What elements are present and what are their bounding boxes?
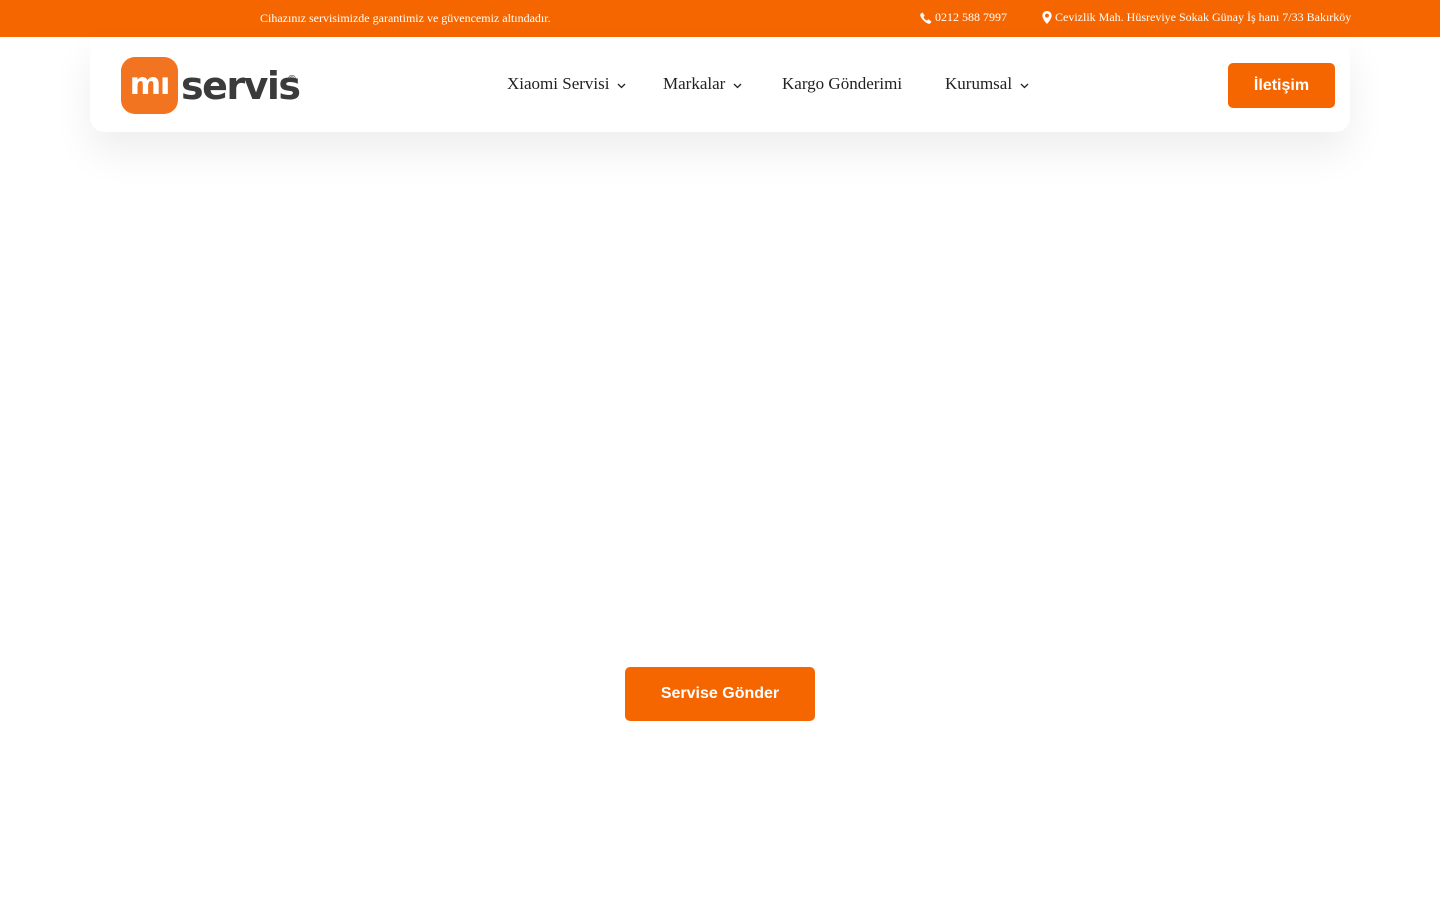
chevron-down-icon — [1020, 83, 1029, 88]
site-logo[interactable]: mı servis ® — [121, 57, 301, 115]
chevron-down-icon — [733, 83, 742, 88]
nav-item-kargo-gonderimi[interactable]: Kargo Gönderimi — [782, 74, 902, 94]
nav-item-xiaomi-servisi[interactable]: Xiaomi Servisi — [507, 74, 626, 94]
top-bar-phone-text: 0212 588 7997 — [935, 10, 1007, 24]
logo-wordmark: servis — [181, 64, 301, 108]
nav-item-markalar[interactable]: Markalar — [663, 74, 742, 94]
logo-registered-mark: ® — [287, 74, 297, 85]
nav-item-label: Xiaomi Servisi — [507, 74, 610, 93]
top-bar-address-text: Cevizlik Mah. Hüsreviye Sokak Günay İş h… — [1055, 10, 1352, 24]
nav-item-label: Kargo Gönderimi — [782, 74, 903, 93]
top-bar-tagline: Cihazınız servisimizde garantimiz ve güv… — [260, 11, 551, 25]
top-bar-phone-link[interactable]: 0212 588 7997 — [920, 10, 1007, 25]
logo-badge: mı — [121, 57, 178, 114]
nav-item-label: Kurumsal — [945, 74, 1013, 93]
top-bar: Cihazınız servisimizde garantimiz ve güv… — [0, 0, 1440, 37]
nav-item-kurumsal[interactable]: Kurumsal — [945, 74, 1029, 94]
phone-icon — [920, 12, 932, 24]
main-header: mı servis ® Xiaomi Servisi Markalar Karg… — [90, 37, 1350, 132]
send-to-service-button[interactable]: Servise Gönder — [625, 667, 815, 721]
top-bar-address-link[interactable]: Cevizlik Mah. Hüsreviye Sokak Günay İş h… — [1042, 10, 1351, 25]
chevron-down-icon — [618, 83, 626, 88]
logo-badge-text: mı — [129, 67, 171, 102]
map-marker-icon — [1042, 11, 1052, 24]
nav-item-label: Markalar — [663, 74, 726, 93]
contact-button[interactable]: İletişim — [1228, 63, 1335, 108]
